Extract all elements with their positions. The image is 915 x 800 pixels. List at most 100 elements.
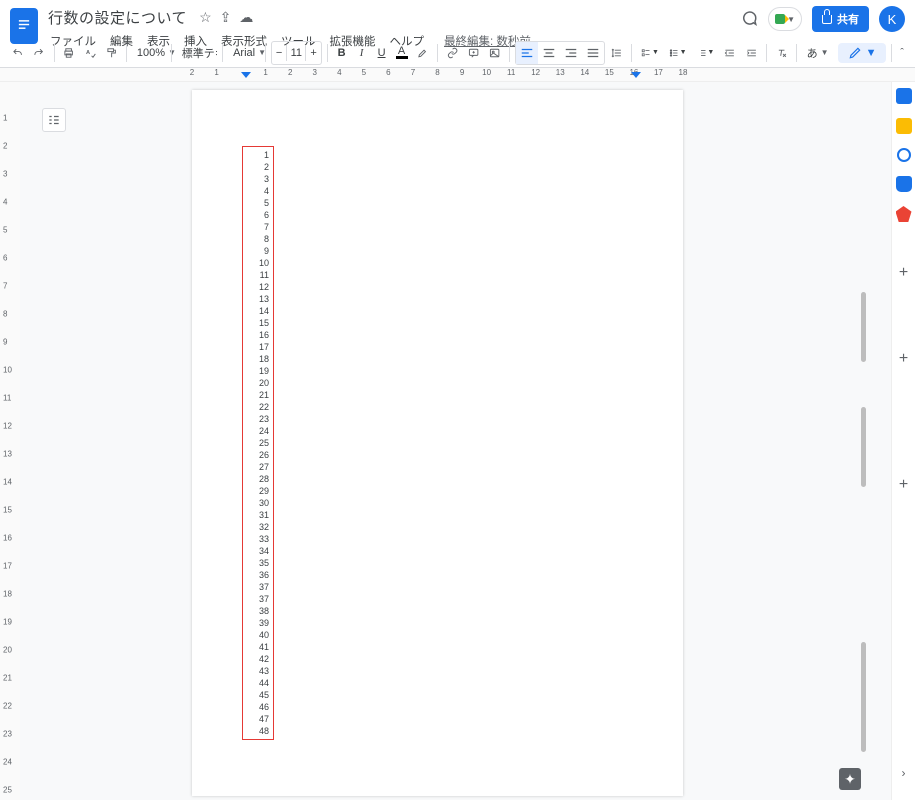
line-number: 15 bbox=[259, 317, 269, 329]
account-avatar[interactable]: K bbox=[879, 6, 905, 32]
line-number: 3 bbox=[264, 173, 269, 185]
paint-format-button[interactable] bbox=[102, 42, 121, 64]
italic-button[interactable]: I bbox=[353, 42, 371, 64]
cloud-status-icon[interactable]: ☁ bbox=[239, 9, 253, 26]
vruler-tick: 10 bbox=[3, 366, 12, 375]
ruler-tick: 2 bbox=[190, 68, 194, 77]
vruler-tick: 17 bbox=[3, 562, 12, 571]
vruler-tick: 3 bbox=[3, 170, 7, 179]
font-size-decrease[interactable]: − bbox=[272, 42, 286, 64]
horizontal-ruler[interactable]: 21123456789101112131415161718 bbox=[0, 68, 915, 82]
ruler-tick: 8 bbox=[435, 68, 439, 77]
increase-indent-button[interactable] bbox=[742, 42, 761, 64]
collapse-toolbar-button[interactable]: ˆ bbox=[897, 44, 907, 62]
calendar-icon[interactable] bbox=[896, 88, 912, 104]
ruler-tick: 10 bbox=[482, 68, 491, 77]
input-tools-button[interactable]: あ▼ bbox=[802, 43, 834, 63]
line-number: 42 bbox=[259, 653, 269, 665]
page[interactable]: 1234567891011121314151617181920212223242… bbox=[192, 90, 683, 796]
decrease-indent-button[interactable] bbox=[720, 42, 739, 64]
insert-link-button[interactable] bbox=[443, 42, 462, 64]
line-number: 37 bbox=[259, 593, 269, 605]
line-number: 41 bbox=[259, 641, 269, 653]
text-color-button[interactable]: A bbox=[393, 42, 411, 64]
add-comment-button[interactable] bbox=[464, 42, 483, 64]
vertical-ruler[interactable]: 1234567891011121314151617181920212223242… bbox=[0, 82, 20, 800]
spellcheck-button[interactable]: A bbox=[81, 42, 100, 64]
scrollbar[interactable] bbox=[861, 642, 866, 752]
line-number: 39 bbox=[259, 617, 269, 629]
vruler-tick: 8 bbox=[3, 310, 7, 319]
ruler-tick: 9 bbox=[460, 68, 464, 77]
font-family-select[interactable]: Arial▼ bbox=[228, 45, 260, 61]
bulleted-list-button[interactable]: ▼ bbox=[665, 42, 691, 64]
tasks-icon[interactable] bbox=[897, 148, 911, 162]
line-number: 46 bbox=[259, 701, 269, 713]
star-icon[interactable]: ☆ bbox=[199, 9, 212, 26]
undo-button[interactable] bbox=[8, 42, 27, 64]
font-size-increase[interactable]: + bbox=[306, 42, 320, 64]
line-spacing-button[interactable] bbox=[607, 42, 626, 64]
docs-app-icon[interactable] bbox=[10, 8, 38, 44]
bold-button[interactable]: B bbox=[333, 42, 351, 64]
line-number: 1 bbox=[264, 149, 269, 161]
maps-icon[interactable] bbox=[896, 206, 912, 222]
ruler-tick: 5 bbox=[362, 68, 366, 77]
line-number: 4 bbox=[264, 185, 269, 197]
scrollbar[interactable] bbox=[861, 407, 866, 487]
font-size-value[interactable]: 11 bbox=[286, 45, 306, 61]
left-indent-marker-icon[interactable] bbox=[241, 72, 251, 80]
move-icon[interactable]: ⇪ bbox=[220, 9, 232, 26]
vruler-tick: 21 bbox=[3, 674, 12, 683]
vruler-tick: 13 bbox=[3, 450, 12, 459]
contacts-icon[interactable] bbox=[896, 176, 912, 192]
paragraph-style-select[interactable]: 標準テキス…▼ bbox=[177, 43, 218, 63]
line-number: 45 bbox=[259, 689, 269, 701]
line-number: 2 bbox=[264, 161, 269, 173]
line-number: 34 bbox=[259, 545, 269, 557]
align-center-button[interactable] bbox=[538, 42, 560, 64]
get-addons-button[interactable]: + bbox=[899, 476, 908, 494]
right-indent-marker-icon[interactable] bbox=[631, 72, 641, 80]
line-number: 38 bbox=[259, 605, 269, 617]
line-number: 26 bbox=[259, 449, 269, 461]
align-right-button[interactable] bbox=[560, 42, 582, 64]
editing-mode-button[interactable]: ▼ bbox=[838, 43, 887, 63]
clear-formatting-button[interactable] bbox=[772, 42, 791, 64]
meet-button[interactable]: ▼ bbox=[768, 7, 802, 31]
keep-icon[interactable] bbox=[896, 118, 912, 134]
numbered-list-button[interactable]: ▼ bbox=[693, 42, 719, 64]
vruler-tick: 7 bbox=[3, 282, 7, 291]
line-number: 20 bbox=[259, 377, 269, 389]
comment-history-icon[interactable] bbox=[740, 10, 758, 28]
checklist-button[interactable]: ▼ bbox=[637, 42, 663, 64]
document-canvas[interactable]: 1234567891011121314151617181920212223242… bbox=[20, 82, 891, 800]
scrollbar[interactable] bbox=[861, 292, 866, 362]
redo-button[interactable] bbox=[29, 42, 48, 64]
get-addons-button[interactable]: + bbox=[899, 264, 908, 282]
line-number: 11 bbox=[260, 269, 269, 281]
print-button[interactable] bbox=[59, 42, 78, 64]
underline-button[interactable]: U bbox=[373, 42, 391, 64]
share-label: 共有 bbox=[837, 11, 859, 27]
align-justify-button[interactable] bbox=[582, 42, 604, 64]
share-button[interactable]: 共有 bbox=[812, 6, 869, 32]
align-left-button[interactable] bbox=[516, 42, 538, 64]
line-number: 5 bbox=[264, 197, 269, 209]
ruler-tick: 18 bbox=[679, 68, 688, 77]
document-outline-toggle[interactable] bbox=[42, 108, 66, 132]
highlight-color-button[interactable] bbox=[413, 42, 432, 64]
get-addons-button[interactable]: + bbox=[899, 350, 908, 368]
align-group bbox=[515, 41, 605, 65]
insert-image-button[interactable] bbox=[485, 42, 504, 64]
vruler-tick: 20 bbox=[3, 646, 12, 655]
zoom-select[interactable]: 100%▼ bbox=[132, 45, 166, 61]
document-title[interactable]: 行数の設定について bbox=[44, 6, 191, 29]
explore-button[interactable]: ✦ bbox=[839, 768, 861, 790]
ruler-tick: 3 bbox=[313, 68, 317, 77]
line-number: 44 bbox=[259, 677, 269, 689]
hide-side-panel-button[interactable]: › bbox=[902, 766, 906, 780]
line-number: 48 bbox=[259, 725, 269, 737]
ruler-tick: 7 bbox=[411, 68, 415, 77]
line-number: 43 bbox=[259, 665, 269, 677]
